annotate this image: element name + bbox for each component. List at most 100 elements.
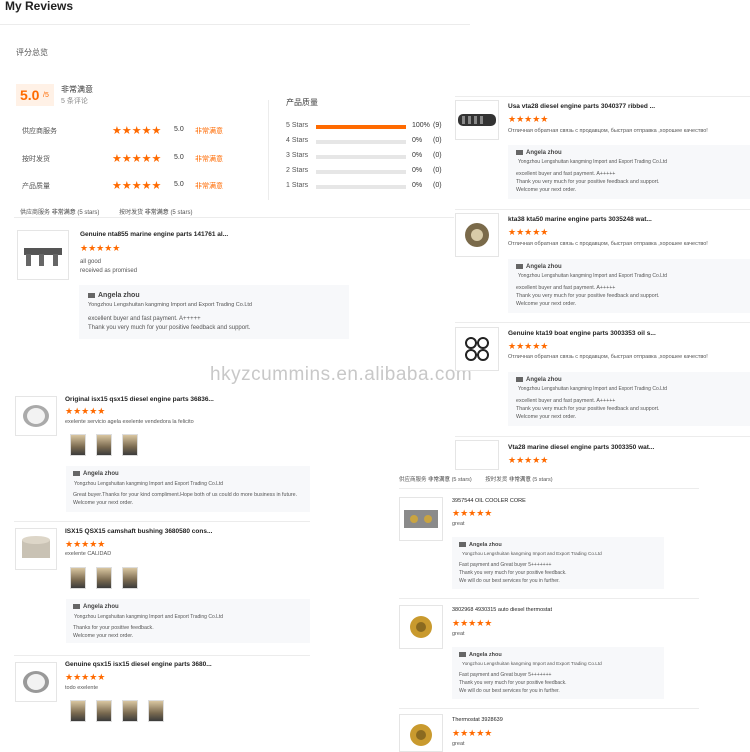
review-comment: received as promised (80, 268, 138, 274)
review-comment: Отличная обратная связь с продавцом, быс… (508, 241, 708, 247)
product-thumbnail[interactable] (15, 396, 57, 436)
review-product-title[interactable]: Thermostat 3928639 (452, 717, 503, 723)
review-photo[interactable] (122, 700, 138, 722)
review-stars: ★★★★★ (65, 672, 106, 682)
product-thumbnail[interactable] (455, 327, 499, 371)
summary-header: 评分总览 (16, 48, 48, 57)
dist-row: 4 Stars 0% (0) (286, 137, 456, 147)
product-thumbnail[interactable] (455, 213, 499, 257)
reply-shop: Yongzhou Lengshuitan kangming Import and… (74, 481, 224, 487)
dist-count: (9) (433, 122, 442, 129)
review-stars: ★★★★★ (80, 243, 121, 253)
review-photo[interactable] (70, 700, 86, 722)
section-divider (399, 708, 699, 709)
review-product-title[interactable]: Vta28 marine diesel engine parts 3003350… (508, 444, 654, 451)
review-photo[interactable] (96, 434, 112, 456)
review-photo[interactable] (70, 567, 86, 589)
dist-bar (316, 155, 406, 159)
review-product-title[interactable]: Usa vta28 diesel engine parts 3040377 ri… (508, 103, 655, 110)
review-photo[interactable] (96, 700, 112, 722)
reply-text: Thank you very much for your positive fe… (459, 570, 567, 576)
review-stars: ★★★★★ (65, 539, 106, 549)
reply-text: Thank you very much for your positive fe… (516, 179, 660, 185)
review-product-title[interactable]: 3802968 4930315 auto diesel thermostat (452, 607, 552, 613)
product-thumbnail[interactable] (15, 528, 57, 570)
reply-author-name: Angela zhou (469, 542, 502, 548)
rating-tags: 供应商服务 非常满意 (5 stars) 按时发货 非常满意 (5 stars) (20, 207, 192, 216)
rating-stars: ★★★★★ (112, 180, 162, 192)
avatar (516, 264, 523, 269)
dist-count: (0) (433, 182, 442, 189)
dist-percent: 100% (412, 122, 430, 129)
reply-text: Welcome your next order. (516, 301, 577, 307)
reply-text: Fast payment and Great buyer 5+++++++ (459, 672, 552, 678)
overall-score-box: 5.0 /5 (16, 84, 54, 106)
header-divider (0, 24, 470, 25)
tag-stars: (5 stars) (532, 477, 553, 483)
product-thumbnail[interactable] (399, 714, 443, 752)
review-photo[interactable] (122, 434, 138, 456)
oil-cooler-icon (404, 510, 438, 528)
reply-text: Thank you very much for your positive fe… (516, 406, 660, 412)
avatar (73, 604, 80, 609)
reply-author: Angela zhou (516, 264, 562, 270)
dist-bar (316, 125, 406, 129)
seller-reply: Angela zhou Yongzhou Lengshuitan kangmin… (508, 259, 750, 313)
page-title: My Reviews (5, 0, 74, 13)
review-photo[interactable] (122, 567, 138, 589)
seller-reply: Angela zhou Yongzhou Lengshuitan kangmin… (66, 466, 310, 512)
reply-shop: Yongzhou Lengshuitan kangming Import and… (518, 386, 668, 392)
overall-score: 5.0 (20, 87, 40, 103)
review-stars: ★★★★★ (508, 227, 549, 237)
review-comment: exelente CALIDAD (65, 551, 112, 557)
product-thumbnail[interactable] (15, 662, 57, 702)
product-thumbnail[interactable] (17, 230, 69, 280)
rating-stars: ★★★★★ (112, 153, 162, 165)
review-product-title[interactable]: ISX15 QSX15 camshaft bushing 3680580 con… (65, 528, 212, 535)
dist-percent: 0% (412, 167, 423, 174)
rating-row-label: 供应商服务 (22, 128, 57, 135)
review-comment: exelente servicio agela exelente vendedo… (65, 419, 194, 425)
tag-key: 供应商服务 (20, 210, 51, 216)
product-thumbnail[interactable] (399, 497, 443, 541)
reply-author-name: Angela zhou (526, 150, 562, 157)
review-product-title[interactable]: Original isx15 qsx15 diesel engine parts… (65, 396, 214, 403)
dist-label: 5 Stars (286, 122, 309, 129)
tag-value: 非常满意 (144, 210, 169, 216)
review-product-title[interactable]: 3957544 OIL COOLER CORE (452, 498, 526, 504)
overall-level: 非常满意 (61, 85, 93, 94)
seller-reply: Angela zhou Yongzhou Lengshuitan kangmin… (508, 372, 750, 426)
water-pump-icon (465, 223, 489, 247)
reply-author: Angela zhou (88, 292, 140, 299)
reply-author-name: Angela zhou (526, 264, 562, 271)
section-divider (399, 488, 699, 489)
review-photo[interactable] (70, 434, 86, 456)
review-photo[interactable] (148, 700, 164, 722)
ribbed-part-icon (458, 114, 496, 126)
review-photo[interactable] (96, 567, 112, 589)
dist-row: 2 Stars 0% (0) (286, 167, 456, 177)
review-product-title[interactable]: Genuine qsx15 isx15 diesel engine parts … (65, 661, 212, 668)
rating-row-tag: 非常满意 (195, 183, 223, 190)
review-product-title[interactable]: Genuine kta19 boat engine parts 3003353 … (508, 330, 656, 337)
rating-row-tag: 非常满意 (195, 128, 223, 135)
reply-shop: Yongzhou Lengshuitan kangming Import and… (74, 614, 224, 620)
rating-row: 按时发货 ★★★★★ 5.0 非常满意 (22, 153, 262, 165)
review-product-title[interactable]: Genuine nta855 marine engine parts 14176… (80, 231, 228, 238)
reply-author-name: Angela zhou (526, 377, 562, 384)
rating-row: 供应商服务 ★★★★★ 5.0 非常满意 (22, 125, 262, 137)
review-product-title[interactable]: kta38 kta50 marine engine parts 3035248 … (508, 216, 652, 223)
product-thumbnail[interactable] (399, 605, 443, 649)
dist-label: 2 Stars (286, 167, 309, 174)
tag-stars: (5 stars) (451, 477, 472, 483)
reply-author: Angela zhou (73, 471, 119, 477)
section-divider (455, 436, 750, 437)
section-divider (455, 322, 750, 323)
product-thumbnail[interactable] (455, 100, 499, 140)
review-stars: ★★★★★ (508, 341, 549, 351)
star-distribution: 5 Stars 100% (9) 4 Stars 0% (0) 3 Stars … (286, 122, 456, 192)
rating-row: 产品质量 ★★★★★ 5.0 非常满意 (22, 180, 262, 192)
product-thumbnail[interactable] (455, 440, 499, 470)
reply-text: Thank you very much for your positive fe… (459, 680, 567, 686)
dist-label: 1 Stars (286, 182, 309, 189)
